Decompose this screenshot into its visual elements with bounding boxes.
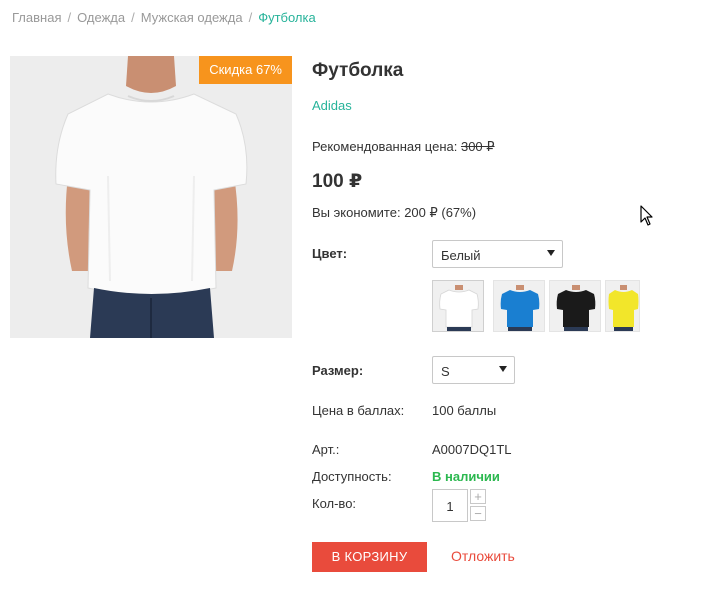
breadcrumb-current: Футболка <box>258 10 316 25</box>
breadcrumb-clothing[interactable]: Одежда <box>77 10 125 25</box>
recommended-price-label: Рекомендованная цена: <box>312 139 458 154</box>
savings-text: Вы экономите: 200 ₽ (67%) <box>312 205 477 220</box>
availability-value: В наличии <box>432 469 500 484</box>
swatch-black[interactable] <box>549 280 601 332</box>
swatch-blue[interactable] <box>493 280 545 332</box>
points-value: 100 баллы <box>432 403 497 418</box>
breadcrumb-mens-clothing[interactable]: Мужская одежда <box>141 10 243 25</box>
size-label: Размер: <box>312 363 364 378</box>
quantity-input[interactable]: 1 <box>432 489 468 522</box>
breadcrumb-home[interactable]: Главная <box>12 10 61 25</box>
discount-badge: Скидка 67% <box>199 56 292 84</box>
quantity-label: Кол-во: <box>312 496 357 511</box>
size-select[interactable]: S <box>432 356 515 384</box>
sku-label: Арт.: <box>312 442 340 457</box>
breadcrumb-separator: / <box>248 10 253 25</box>
old-price: 300 ₽ <box>460 139 495 154</box>
tshirt-yellow-icon <box>606 281 639 331</box>
product-image[interactable]: Скидка 67% <box>10 56 292 338</box>
breadcrumb-separator: / <box>131 10 135 25</box>
recommended-price: Рекомендованная цена: 300 ₽ <box>312 139 495 155</box>
size-select-value: S <box>441 364 450 379</box>
breadcrumb-separator: / <box>67 10 72 25</box>
color-select[interactable]: Белый <box>432 240 563 268</box>
mouse-cursor-icon <box>640 205 653 226</box>
points-label: Цена в баллах: <box>312 403 405 418</box>
quantity-plus-button[interactable]: + <box>470 489 486 504</box>
save-for-later-link[interactable]: Отложить <box>451 548 515 564</box>
product-title: Футболка <box>312 60 404 81</box>
tshirt-black-icon <box>550 281 600 331</box>
tshirt-white-icon <box>433 281 483 331</box>
brand-link[interactable]: Adidas <box>312 98 352 113</box>
tshirt-back-illustration <box>10 56 292 338</box>
quantity-minus-button[interactable]: − <box>470 506 486 521</box>
swatch-yellow[interactable] <box>605 280 640 332</box>
color-select-value: Белый <box>441 248 481 263</box>
sku-value: A0007DQ1TL <box>432 442 512 457</box>
breadcrumb: Главная / Одежда / Мужская одежда / Футболка <box>12 10 316 25</box>
current-price: 100 ₽ <box>312 171 363 192</box>
tshirt-blue-icon <box>494 281 544 331</box>
swatch-white[interactable] <box>432 280 484 332</box>
availability-label: Доступность: <box>312 469 392 484</box>
chevron-down-icon <box>547 250 555 256</box>
add-to-cart-button[interactable]: В КОРЗИНУ <box>312 542 427 572</box>
chevron-down-icon <box>499 366 507 372</box>
color-label: Цвет: <box>312 246 348 261</box>
